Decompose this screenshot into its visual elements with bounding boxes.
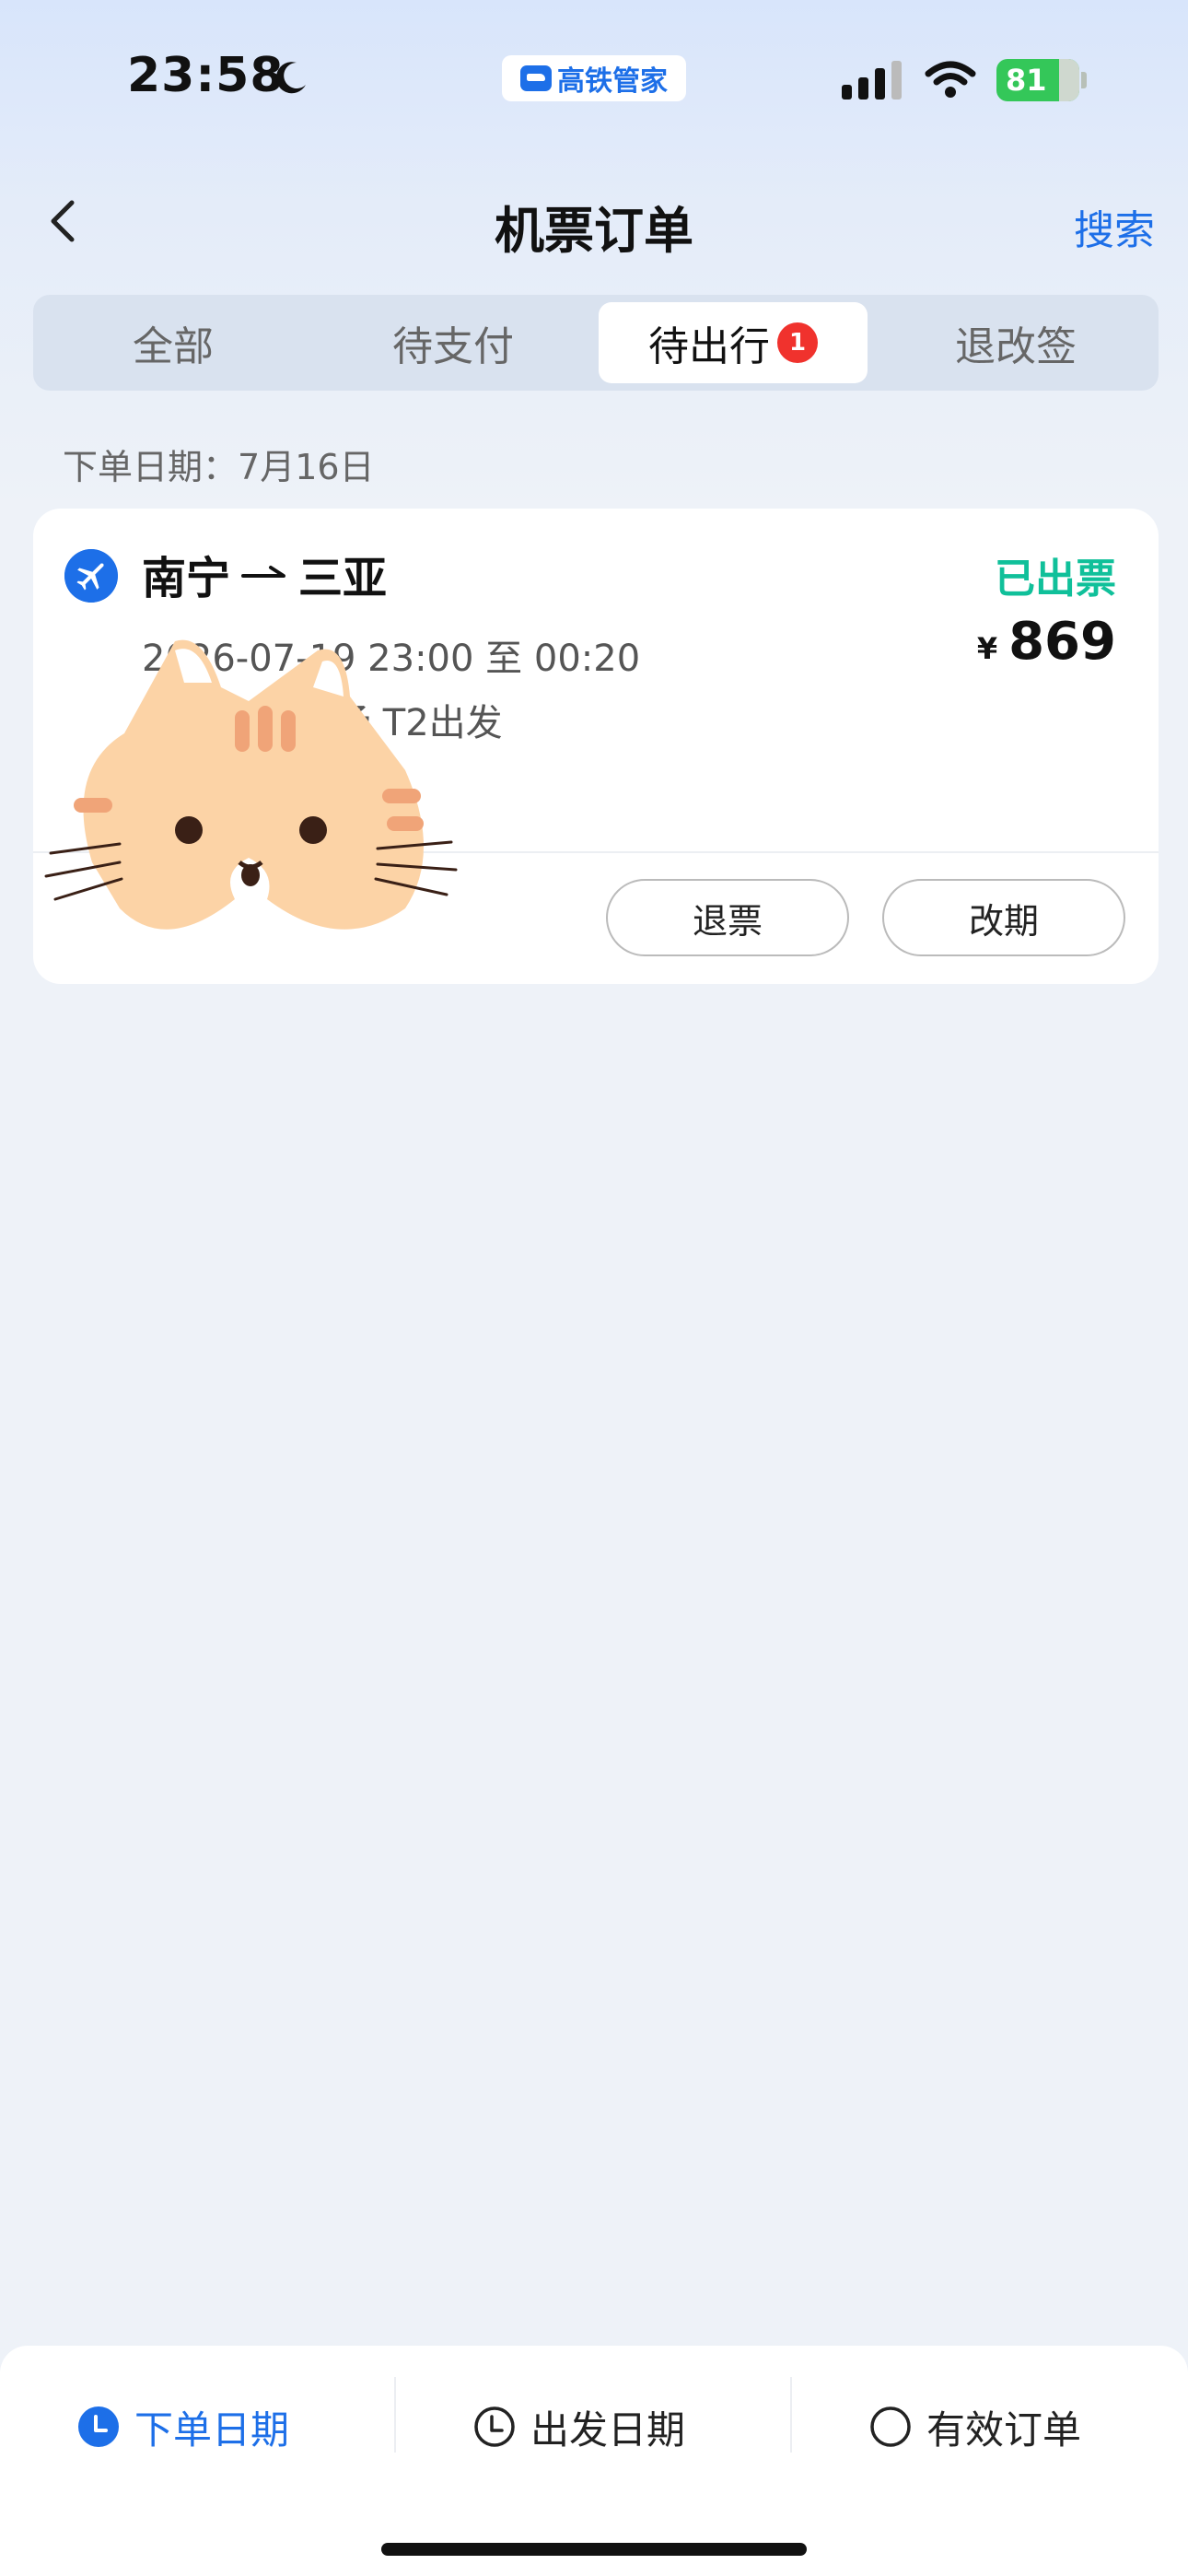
train-logo-icon [520, 65, 552, 91]
moon-icon [275, 62, 306, 94]
clock-outline-icon [474, 2406, 515, 2447]
cellular-signal-icon [842, 61, 902, 100]
filter-separator [790, 2377, 792, 2453]
battery-indicator: 81 [996, 59, 1079, 101]
filter-label: 有效订单 [926, 2406, 1082, 2453]
battery-empty-part [1059, 59, 1079, 101]
page-title: 机票订单 [495, 202, 693, 260]
navigation-bar: 机票订单 搜索 [0, 175, 1188, 267]
departure-city: 南宁 [142, 553, 231, 604]
reschedule-button[interactable]: 改期 [882, 879, 1125, 956]
filter-valid-orders[interactable]: 有效订单 [869, 2390, 1081, 2464]
status-bar: 23:58 高铁管家 81 [0, 0, 1188, 147]
tab-label: 待支付 [392, 323, 514, 370]
tab-refund-change[interactable]: 退改签 [873, 302, 1159, 383]
tab-label: 全部 [133, 323, 214, 370]
refund-ticket-button[interactable]: 退票 [606, 879, 849, 956]
app-name: 高铁管家 [557, 65, 668, 98]
filter-label: 下单日期 [134, 2406, 290, 2453]
battery-tip [1081, 72, 1087, 88]
tab-all[interactable]: 全部 [33, 302, 313, 383]
filter-label: 出发日期 [530, 2406, 686, 2453]
tab-count-badge: 1 [777, 322, 818, 363]
order-date-header: 下单日期：7月16日 [63, 439, 375, 489]
one-way-arrow-icon [241, 566, 286, 578]
airplane-icon [64, 549, 118, 603]
order-date: 7月16日 [238, 447, 375, 487]
filter-departure-date[interactable]: 出发日期 [473, 2390, 685, 2464]
order-status-tabs: 全部 待支付 待出行 1 退改签 [33, 295, 1159, 391]
clock-filled-icon [78, 2406, 119, 2447]
filter-separator [394, 2377, 396, 2453]
tab-label: 退改签 [955, 323, 1077, 370]
tab-label: 待出行 [648, 323, 770, 370]
circle-outline-icon [870, 2406, 911, 2447]
currency-symbol: ¥ [976, 631, 998, 666]
tab-pending-payment[interactable]: 待支付 [313, 302, 593, 383]
return-to-app-badge[interactable]: 高铁管家 [502, 55, 686, 101]
ticket-status: 已出票 [995, 556, 1116, 603]
cat-sticker [44, 639, 458, 930]
battery-level: 81 [1006, 63, 1047, 98]
bottom-filter-bar: 下单日期 出发日期 有效订单 [0, 2346, 1188, 2576]
order-price: ¥ 869 [977, 612, 1116, 672]
tab-pending-travel[interactable]: 待出行 1 [599, 302, 868, 383]
arrival-city: 三亚 [298, 553, 388, 604]
home-indicator[interactable] [381, 2543, 807, 2556]
flight-route: 南宁 三亚 [142, 542, 387, 606]
wifi-icon [925, 61, 976, 98]
price-amount: 869 [1008, 612, 1116, 672]
status-time: 23:58 [127, 48, 285, 103]
order-date-prefix: 下单日期： [63, 447, 239, 487]
search-button[interactable]: 搜索 [1074, 197, 1155, 256]
filter-order-date[interactable]: 下单日期 [77, 2390, 289, 2464]
